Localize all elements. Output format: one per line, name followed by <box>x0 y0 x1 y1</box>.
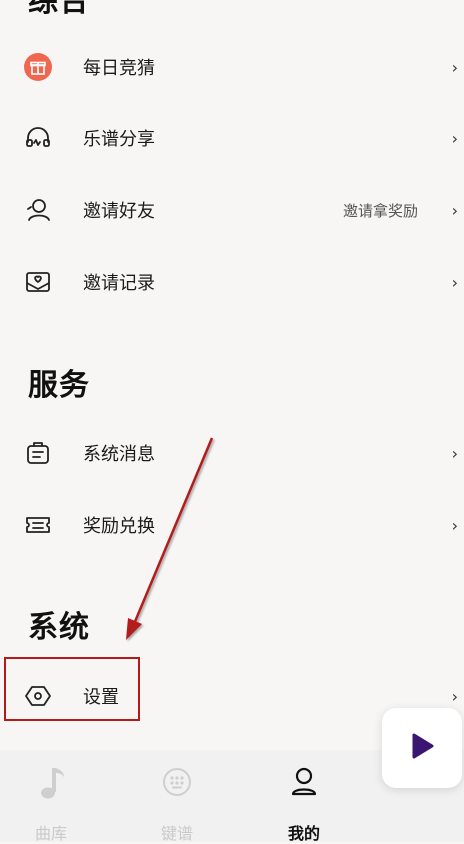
chevron-right-icon: › <box>451 128 458 148</box>
gift-icon <box>24 53 52 81</box>
section-title-general: 综合 <box>28 0 90 19</box>
tab-label: 曲库 <box>34 824 67 843</box>
chevron-right-icon: › <box>451 515 458 535</box>
keypad-icon <box>117 766 237 802</box>
menu-item-label: 邀请好友 <box>83 201 155 222</box>
menu-item-sheet-share[interactable]: 乐谱分享 › <box>0 106 464 170</box>
menu-item-daily-guess[interactable]: 每日竞猜 › <box>0 35 464 99</box>
section-title-service: 服务 <box>28 368 90 403</box>
play-icon <box>409 732 435 764</box>
menu-item-invite-friends[interactable]: 邀请好友 邀请拿奖励 › <box>0 178 464 242</box>
message-bag-icon <box>24 439 52 467</box>
menu-item-label: 乐谱分享 <box>83 129 155 150</box>
invite-reward-hint: 邀请拿奖励 <box>342 201 418 220</box>
ticket-icon <box>24 511 52 539</box>
chevron-right-icon: › <box>451 686 458 706</box>
section-title-system: 系统 <box>28 610 90 645</box>
menu-item-reward-exchange[interactable]: 奖励兑换 › <box>0 493 464 557</box>
annotation-highlight-box <box>4 657 140 721</box>
tab-label: 键谱 <box>160 824 193 843</box>
chevron-right-icon: › <box>451 443 458 463</box>
menu-item-invite-records[interactable]: 邀请记录 › <box>0 250 464 314</box>
menu-item-label: 邀请记录 <box>83 273 155 294</box>
profile-icon <box>244 766 364 802</box>
menu-item-label: 奖励兑换 <box>83 516 155 537</box>
floating-play-button[interactable] <box>382 708 462 788</box>
tab-library[interactable]: 曲库 <box>0 750 111 843</box>
menu-item-system-messages[interactable]: 系统消息 › <box>0 421 464 485</box>
tab-label: 我的 <box>287 824 320 843</box>
envelope-icon <box>24 268 52 296</box>
chevron-right-icon: › <box>451 272 458 292</box>
menu-item-label: 每日竞猜 <box>83 58 155 79</box>
menu-item-label: 系统消息 <box>83 444 155 465</box>
person-icon <box>24 196 52 224</box>
tab-mine[interactable]: 我的 <box>244 750 364 843</box>
chevron-right-icon: › <box>451 200 458 220</box>
music-note-icon <box>0 766 111 802</box>
tab-key-sheet[interactable]: 键谱 <box>117 750 237 843</box>
headphones-icon <box>24 124 52 152</box>
chevron-right-icon: › <box>451 57 458 77</box>
